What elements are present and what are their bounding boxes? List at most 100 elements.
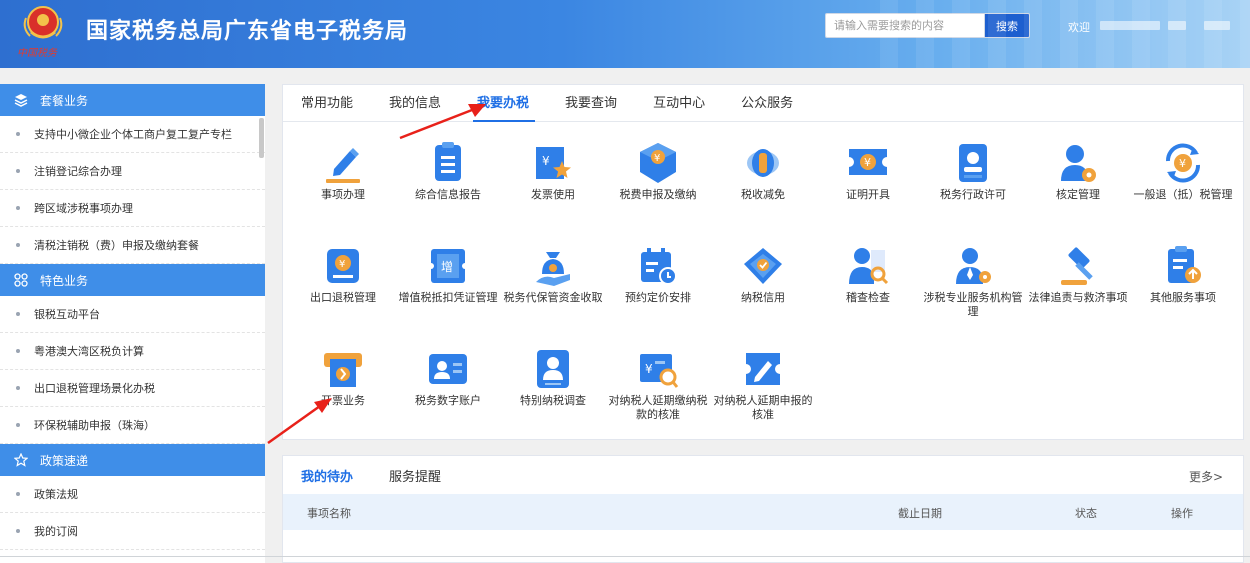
sidebar-section-title: 套餐业务 xyxy=(40,93,89,108)
tab-service-reminder[interactable]: 服务提醒 xyxy=(389,466,441,485)
function-label: 税费申报及缴纳 xyxy=(619,188,697,201)
sidebar-item[interactable]: 政策法规 xyxy=(0,476,265,513)
sidebar-item-label: 跨区域涉税事项办理 xyxy=(34,202,133,215)
function-item[interactable]: ¥ 税费申报及缴纳 xyxy=(606,141,710,202)
function-label: 对纳税人延期申报的核准 xyxy=(713,394,813,421)
function-label: 法律追责与救济事项 xyxy=(1028,291,1128,304)
sidebar-section-package[interactable]: 套餐业务 xyxy=(0,84,265,116)
todo-panel: 我的待办 服务提醒 更多> 事项名称 截止日期 状态 操作 xyxy=(282,455,1244,563)
function-item[interactable]: ¥ 出口退税管理 xyxy=(291,244,395,305)
sidebar-item[interactable]: 支持中小微企业个体工商户复工复产专栏 xyxy=(0,116,265,153)
sidebar-item[interactable]: 环保税辅助申报（珠海） xyxy=(0,407,265,444)
function-item[interactable]: 特别纳税调查 xyxy=(501,347,605,408)
svg-text:¥: ¥ xyxy=(864,156,871,169)
bullet-icon xyxy=(16,423,20,427)
function-item[interactable]: 税务数字账户 xyxy=(396,347,500,408)
function-label: 开票业务 xyxy=(321,394,365,407)
sidebar-item[interactable]: 出口退税管理场景化办税 xyxy=(0,370,265,407)
function-item[interactable]: 预约定价安排 xyxy=(606,244,710,305)
function-label: 税务数字账户 xyxy=(415,394,481,407)
sidebar-item-label: 注销登记综合办理 xyxy=(34,165,122,178)
function-label: 对纳税人延期缴纳税款的核准 xyxy=(608,394,708,421)
tab-my-info[interactable]: 我的信息 xyxy=(389,85,441,122)
function-item[interactable]: 涉税专业服务机构管理 xyxy=(921,244,1025,319)
function-label: 增值税抵扣凭证管理 xyxy=(398,291,498,304)
redacted-username-part xyxy=(1168,21,1186,30)
sidebar-item[interactable]: 清税注销税（费）申报及缴纳套餐 xyxy=(0,227,265,264)
function-item[interactable]: 核定管理 xyxy=(1026,141,1130,202)
search-button[interactable]: 搜索 xyxy=(984,13,1030,38)
calendar-clock-icon xyxy=(641,248,677,285)
agency-user-icon xyxy=(956,248,991,284)
function-label: 出口退税管理 xyxy=(310,291,376,304)
sidebar-section-featured[interactable]: 特色业务 xyxy=(0,264,265,296)
vat-ticket-icon: 增 xyxy=(428,249,468,283)
invoice-star-icon: ¥ xyxy=(536,147,571,179)
redacted-username-part xyxy=(1204,21,1230,30)
svg-text:¥: ¥ xyxy=(654,153,660,164)
column-header-action: 操作 xyxy=(1171,507,1193,520)
function-item[interactable]: 法律追责与救济事项 xyxy=(1026,244,1130,305)
sidebar: 套餐业务 支持中小微企业个体工商户复工复产专栏 注销登记综合办理 跨区域涉税事项… xyxy=(0,84,265,563)
star-icon xyxy=(14,453,28,467)
function-item[interactable]: ¥ 一般退（抵）税管理 xyxy=(1131,141,1235,202)
special-user-icon xyxy=(537,350,569,388)
sidebar-item-label: 我的订阅 xyxy=(34,525,78,538)
function-item[interactable]: ¥ 对纳税人延期缴纳税款的核准 xyxy=(606,347,710,422)
tab-interaction[interactable]: 互动中心 xyxy=(653,85,705,122)
bullet-icon xyxy=(16,132,20,136)
function-item[interactable]: 其他服务事项 xyxy=(1131,244,1235,305)
tax-box-icon: ¥ xyxy=(640,143,676,183)
function-item[interactable]: 事项办理 xyxy=(291,141,395,202)
more-link[interactable]: 更多> xyxy=(1189,468,1223,485)
sidebar-section-policy[interactable]: 政策速递 xyxy=(0,444,265,476)
ticket-search-icon: ¥ xyxy=(640,354,679,388)
tab-common[interactable]: 常用功能 xyxy=(301,85,353,122)
sidebar-item[interactable]: 注销登记综合办理 xyxy=(0,153,265,190)
function-item[interactable]: 税务代保管资金收取 xyxy=(501,244,605,305)
function-item[interactable]: 对纳税人延期申报的核准 xyxy=(711,347,815,422)
function-item[interactable]: 税务行政许可 xyxy=(921,141,1025,202)
clipboard-upload-icon xyxy=(1168,246,1201,283)
function-label: 发票使用 xyxy=(531,188,575,201)
function-label: 稽查检查 xyxy=(846,291,890,304)
site-title: 国家税务总局广东省电子税务局 xyxy=(86,19,409,44)
user-gear-icon xyxy=(1061,145,1096,182)
svg-text:¥: ¥ xyxy=(339,259,345,270)
function-item[interactable]: 开票业务 xyxy=(291,347,395,408)
sidebar-item-label: 政策法规 xyxy=(34,488,78,501)
function-label: 一般退（抵）税管理 xyxy=(1133,188,1233,201)
search-input[interactable] xyxy=(825,13,985,38)
sidebar-item[interactable]: 跨区域涉税事项办理 xyxy=(0,190,265,227)
function-label: 预约定价安排 xyxy=(625,291,691,304)
sidebar-item[interactable]: 银税互动平台 xyxy=(0,296,265,333)
function-item[interactable]: 税收减免 xyxy=(711,141,815,202)
function-item[interactable]: 综合信息报告 xyxy=(396,141,500,202)
bullet-icon xyxy=(16,312,20,316)
inspect-user-icon xyxy=(849,248,889,285)
pencil-icon xyxy=(326,148,360,183)
function-item[interactable]: ¥ 证明开具 xyxy=(816,141,920,202)
function-item[interactable]: 增 增值税抵扣凭证管理 xyxy=(396,244,500,305)
tab-my-todo[interactable]: 我的待办 xyxy=(301,466,353,485)
function-item[interactable]: ¥ 发票使用 xyxy=(501,141,605,202)
edit-ticket-icon xyxy=(746,353,780,385)
sidebar-item[interactable]: 我的订阅 xyxy=(0,513,265,550)
tax-emblem-logo xyxy=(23,6,63,39)
function-tabs: 常用功能 我的信息 我要办税 我要查询 互动中心 公众服务 xyxy=(283,85,1243,122)
tab-public-service[interactable]: 公众服务 xyxy=(741,85,793,122)
bullet-icon xyxy=(16,492,20,496)
tab-query[interactable]: 我要查询 xyxy=(565,85,617,122)
function-item[interactable]: 稽查检查 xyxy=(816,244,920,305)
bullet-icon xyxy=(16,169,20,173)
tab-tax-handling[interactable]: 我要办税 xyxy=(473,85,536,122)
sidebar-item[interactable]: 粤港澳大湾区税负计算 xyxy=(0,333,265,370)
bullet-icon xyxy=(16,243,20,247)
site-header: 中国税务 国家税务总局广东省电子税务局 搜索 欢迎 xyxy=(0,0,1250,68)
function-item[interactable]: 纳税信用 xyxy=(711,244,815,305)
gavel-icon xyxy=(1061,247,1093,285)
sidebar-item-label: 粤港澳大湾区税负计算 xyxy=(34,345,144,358)
sidebar-scrollbar[interactable] xyxy=(259,118,264,158)
column-header-status: 状态 xyxy=(1075,507,1097,520)
diamond-check-icon xyxy=(744,248,782,284)
